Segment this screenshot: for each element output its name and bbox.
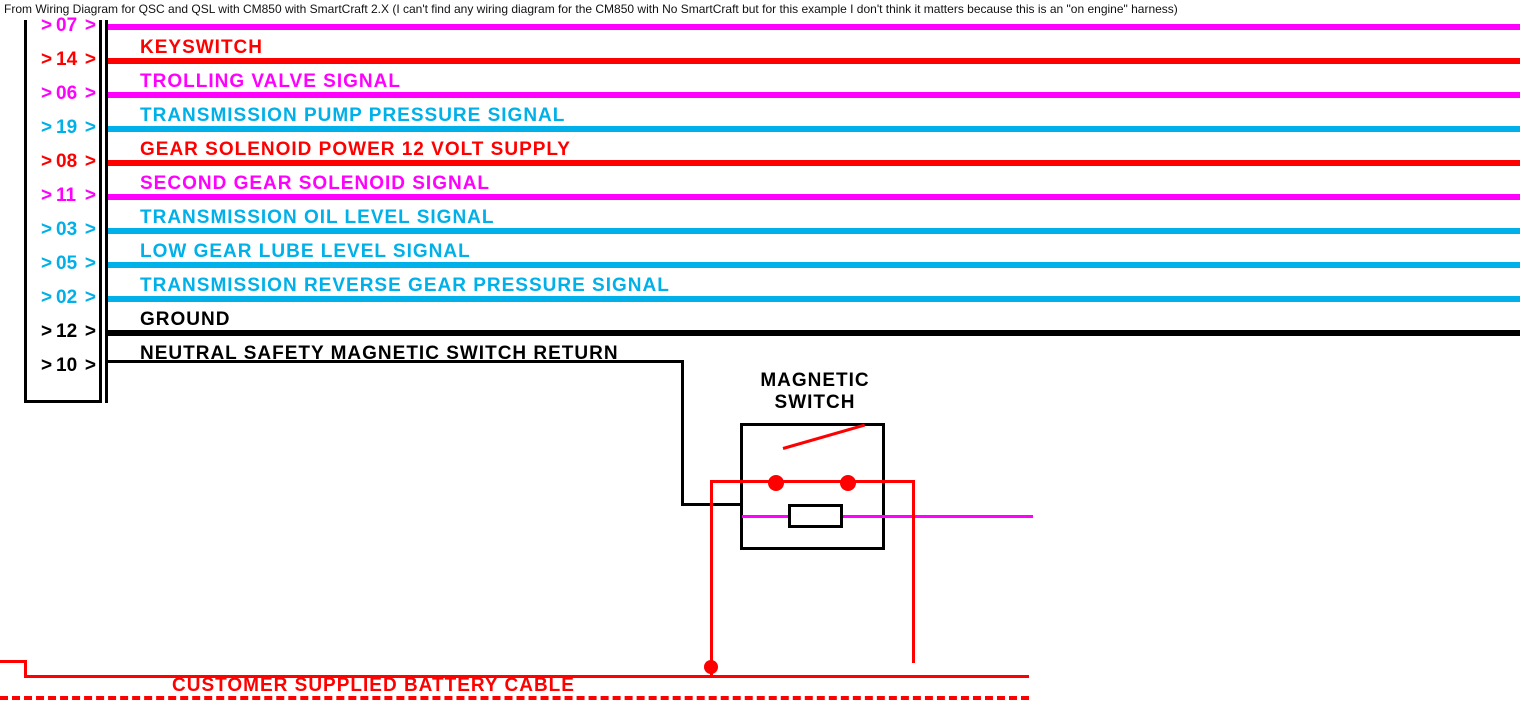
connector-pin-11: >11>: [24, 180, 102, 214]
signal-wire: [108, 262, 1520, 268]
signal-row-02: TRANSMISSION REVERSE GEAR PRESSURE SIGNA…: [108, 282, 1520, 316]
signal-label: SECOND GEAR SOLENOID SIGNAL: [140, 174, 490, 193]
connector-pin-14: >14>: [24, 44, 102, 78]
wiring-diagram: >07>>14>>06>>19>>08>>11>>03>>05>>02>>12>…: [0, 20, 1520, 707]
pin-arrow-left-icon: >: [41, 288, 52, 307]
pin-arrow-right-icon: >: [85, 220, 96, 239]
signal-row-07: [108, 10, 1520, 44]
signal-wire: [108, 92, 1520, 98]
signal-wire: [108, 160, 1520, 166]
connector-pin-19: >19>: [24, 112, 102, 146]
red-bus-node-icon: [704, 660, 718, 674]
pin-arrow-right-icon: >: [85, 84, 96, 103]
pin-number: 19: [56, 118, 77, 137]
signal-wire: [108, 58, 1520, 64]
signal-wire: [108, 194, 1520, 200]
pin-arrow-right-icon: >: [85, 16, 96, 35]
pin-number: 06: [56, 84, 77, 103]
pin-arrow-right-icon: >: [85, 152, 96, 171]
signal-label: LOW GEAR LUBE LEVEL SIGNAL: [140, 242, 471, 261]
signal-label: TRANSMISSION PUMP PRESSURE SIGNAL: [140, 106, 565, 125]
magnetic-switch-title-l2: SWITCH: [775, 392, 856, 413]
pin-arrow-left-icon: >: [41, 84, 52, 103]
pin-arrow-left-icon: >: [41, 254, 52, 273]
signal-wire: [108, 330, 1520, 336]
switch-contact-left-icon: [768, 475, 784, 491]
connector-pin-10: >10>: [24, 350, 102, 384]
pin-number: 02: [56, 288, 77, 307]
pin-number: 12: [56, 322, 77, 341]
pin-number: 11: [56, 186, 76, 205]
signal-label: TROLLING VALVE SIGNAL: [140, 72, 401, 91]
connector-pin-07: >07>: [24, 10, 102, 44]
battery-cable-dashed: [0, 696, 1029, 700]
connector-pin-06: >06>: [24, 78, 102, 112]
pin-arrow-right-icon: >: [85, 50, 96, 69]
switch-contact-right-icon: [840, 475, 856, 491]
pin-arrow-left-icon: >: [41, 322, 52, 341]
pin-arrow-right-icon: >: [85, 254, 96, 273]
switch-coil-wire-left: [742, 515, 788, 518]
connector-pin-05: >05>: [24, 248, 102, 282]
connector-pin-12: >12>: [24, 316, 102, 350]
pin-arrow-right-icon: >: [85, 118, 96, 137]
signal-wire: [108, 24, 1520, 30]
pin-arrow-right-icon: >: [85, 288, 96, 307]
red-left-stub: [0, 660, 27, 663]
magnetic-switch-box: [740, 423, 885, 550]
pin-number: 14: [56, 50, 77, 69]
switch-coil-wire-right: [843, 515, 1033, 518]
wire-pin10-h1: [108, 360, 684, 363]
signal-label: TRANSMISSION OIL LEVEL SIGNAL: [140, 208, 495, 227]
magnetic-switch-title-l1: MAGNETIC: [760, 370, 869, 391]
pin-arrow-left-icon: >: [41, 220, 52, 239]
signal-label: TRANSMISSION REVERSE GEAR PRESSURE SIGNA…: [140, 276, 670, 295]
signal-wire: [108, 296, 1520, 302]
pin-arrow-right-icon: >: [85, 186, 96, 205]
signal-label: KEYSWITCH: [140, 38, 263, 57]
wire-pin10-v: [681, 360, 684, 506]
pin-arrow-left-icon: >: [41, 356, 52, 375]
pin-arrow-left-icon: >: [41, 118, 52, 137]
pin-number: 05: [56, 254, 77, 273]
pin-number: 03: [56, 220, 77, 239]
red-frame-right: [912, 480, 915, 663]
pin-number: 08: [56, 152, 77, 171]
pin-number: 07: [56, 16, 77, 35]
pin-arrow-right-icon: >: [85, 322, 96, 341]
signal-label: GROUND: [140, 310, 230, 329]
signal-wire: [108, 228, 1520, 234]
connector-pin-08: >08>: [24, 146, 102, 180]
switch-coil-box: [788, 504, 843, 528]
pin-arrow-left-icon: >: [41, 50, 52, 69]
red-frame-left: [710, 480, 713, 675]
pin-arrow-left-icon: >: [41, 186, 52, 205]
magnetic-switch-title: MAGNETIC SWITCH: [750, 370, 880, 414]
connector-pin-03: >03>: [24, 214, 102, 248]
pin-arrow-right-icon: >: [85, 356, 96, 375]
battery-cable-label: CUSTOMER SUPPLIED BATTERY CABLE: [172, 676, 575, 695]
connector-pin-02: >02>: [24, 282, 102, 316]
signal-label: GEAR SOLENOID POWER 12 VOLT SUPPLY: [140, 140, 571, 159]
pin-arrow-left-icon: >: [41, 152, 52, 171]
signal-wire: [108, 126, 1520, 132]
pin-number: 10: [56, 356, 77, 375]
red-frame-top: [710, 480, 915, 483]
pin-arrow-left-icon: >: [41, 16, 52, 35]
